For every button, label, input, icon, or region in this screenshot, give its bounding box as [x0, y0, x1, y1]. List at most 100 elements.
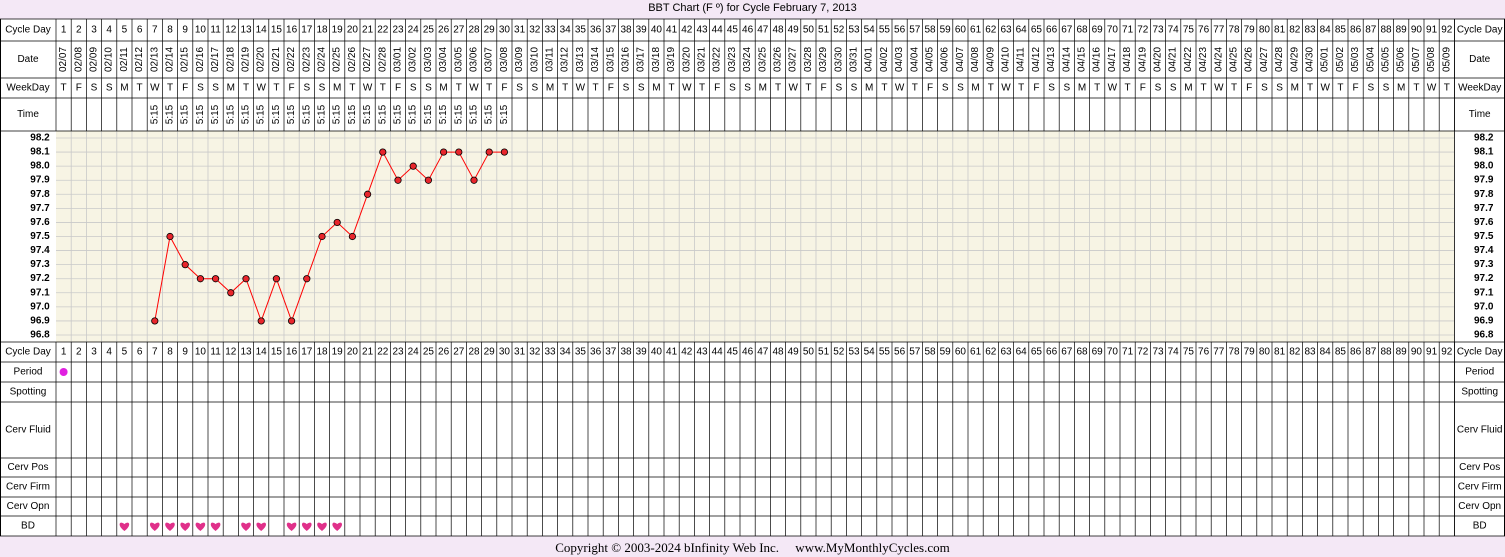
cycle-day-label: 62	[985, 25, 997, 36]
date-label: 04/27	[1259, 47, 1270, 72]
weekday-label: S	[91, 83, 98, 94]
date-label: 03/13	[575, 47, 586, 72]
weekday-label: M	[865, 83, 873, 94]
temp-tick-label: 98.2	[30, 133, 50, 144]
date-label: 03/26	[773, 47, 784, 72]
weekday-label: F	[927, 83, 933, 94]
date-label: 04/24	[1213, 47, 1224, 72]
cycle-day-label-bottom: 56	[894, 347, 906, 358]
cycle-day-label-bottom: 48	[772, 347, 784, 358]
weekday-label: S	[1063, 83, 1070, 94]
cycle-day-label: 69	[1092, 25, 1104, 36]
temp-tick-label-right: 97.1	[1474, 287, 1494, 298]
cycle-day-label: 17	[301, 25, 313, 36]
temp-tick-label: 97.1	[30, 287, 50, 298]
cycle-day-label-bottom: 40	[651, 347, 663, 358]
cycle-day-label-bottom: 4	[106, 347, 112, 358]
cycle-day-label-bottom: 61	[970, 347, 982, 358]
cycle-day-label: 91	[1426, 25, 1438, 36]
cycle-day-label: 76	[1198, 25, 1210, 36]
date-label: 03/16	[621, 47, 632, 72]
cycle-day-label-bottom: 42	[681, 347, 693, 358]
cycle-day-label: 66	[1046, 25, 1058, 36]
cycle-day-label: 72	[1137, 25, 1149, 36]
weekday-label: M	[546, 83, 554, 94]
cycle-day-label: 86	[1350, 25, 1362, 36]
copyright-footer: Copyright © 2003-2024 bInfinity Web Inc.…	[555, 540, 950, 555]
time-label: 5:15	[149, 104, 160, 124]
cycle-day-label-bottom: 90	[1411, 347, 1423, 358]
weekday-label: T	[669, 83, 675, 94]
cycle-day-label-bottom: 81	[1274, 347, 1286, 358]
temperature-point	[151, 317, 159, 325]
date-label: 04/08	[970, 47, 981, 72]
time-label: 5:15	[195, 104, 206, 124]
weekday-label: M	[652, 83, 660, 94]
date-label: 02/07	[58, 47, 69, 72]
date-label: 04/05	[925, 47, 936, 72]
weekday-label: T	[1231, 83, 1237, 94]
weekday-label: M	[439, 83, 447, 94]
cycle-day-label: 60	[955, 25, 967, 36]
temperature-point	[394, 176, 402, 184]
cycle-day-label: 50	[803, 25, 815, 36]
cycle-day-label-bottom: 31	[514, 347, 526, 358]
temp-tick-label: 96.8	[30, 330, 50, 341]
cycle-day-label-bottom: 16	[286, 347, 298, 358]
cycle-day-label: 13	[240, 25, 252, 36]
cycle-day-label: 29	[484, 25, 496, 36]
date-label: 04/09	[985, 47, 996, 72]
date-label: 02/16	[195, 47, 206, 72]
cycle-day-label: 28	[468, 25, 480, 36]
weekday-label: S	[638, 83, 645, 94]
weekday-label: S	[729, 83, 736, 94]
date-label: 02/21	[271, 47, 282, 72]
weekday-label: S	[410, 83, 417, 94]
date-label: 03/20	[681, 47, 692, 72]
date-label: 04/16	[1092, 47, 1103, 72]
cycle-day-label-bottom: 24	[408, 347, 420, 358]
weekday-label: S	[212, 83, 219, 94]
date-label: 03/11	[545, 47, 556, 72]
row-label-right-cycle_day: Cycle Day	[1457, 25, 1503, 36]
weekday-label: M	[1078, 83, 1086, 94]
weekday-label: F	[182, 83, 188, 94]
weekday-label: W	[576, 83, 586, 94]
temp-tick-label: 97.7	[30, 203, 50, 214]
cycle-day-label-bottom: 41	[666, 347, 678, 358]
weekday-label: F	[821, 83, 827, 94]
date-label: 02/18	[225, 47, 236, 72]
temp-tick-label-right: 96.9	[1474, 315, 1494, 326]
row-label-period: Period	[14, 367, 43, 378]
date-label: 04/02	[879, 47, 890, 72]
time-label: 5:15	[362, 104, 373, 124]
date-label: 05/07	[1411, 47, 1422, 72]
date-label: 03/08	[499, 47, 510, 72]
cycle-day-label-bottom: 91	[1426, 347, 1438, 358]
temp-tick-label: 96.9	[30, 315, 50, 326]
time-label: 5:15	[210, 104, 221, 124]
date-label: 03/18	[651, 47, 662, 72]
date-label: 04/22	[1183, 47, 1194, 72]
weekday-label: W	[469, 83, 479, 94]
cycle-day-label-bottom: 47	[757, 347, 769, 358]
cycle-day-label: 83	[1304, 25, 1316, 36]
weekday-label: T	[486, 83, 492, 94]
temp-tick-label-right: 97.5	[1474, 231, 1494, 242]
row-label-bd: BD	[21, 521, 35, 532]
weekday-label: T	[1018, 83, 1024, 94]
date-label: 04/14	[1061, 47, 1072, 72]
temperature-point	[318, 232, 326, 241]
cycle-day-label-bottom: 65	[1031, 347, 1043, 358]
date-label: 04/17	[1107, 47, 1118, 72]
cycle-day-label: 82	[1289, 25, 1301, 36]
row-label-cycle_day: Cycle Day	[5, 25, 51, 36]
date-label: 02/20	[256, 47, 267, 72]
cycle-day-label-bottom: 68	[1076, 347, 1088, 358]
date-label: 03/12	[560, 47, 571, 72]
time-label: 5:15	[225, 104, 236, 124]
weekday-label: M	[1184, 83, 1192, 94]
date-label: 02/25	[332, 47, 343, 72]
time-label: 5:15	[423, 104, 434, 124]
row-label-time: Time	[17, 109, 39, 120]
